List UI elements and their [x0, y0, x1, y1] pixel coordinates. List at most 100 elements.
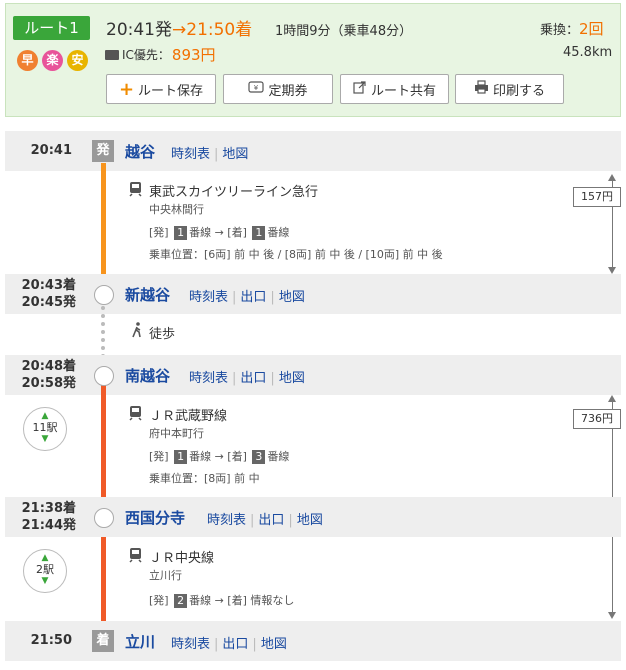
depart-time: 20:41発	[106, 20, 172, 40]
station-name[interactable]: 立川	[125, 631, 155, 652]
expand-down-icon: ▼	[41, 576, 49, 586]
walk-icon	[131, 322, 143, 342]
timetable-link[interactable]: 時刻表	[171, 147, 210, 162]
ic-fare: IC優先： 893円	[105, 44, 216, 65]
transfers-label: 乗換：	[540, 23, 580, 38]
station-name[interactable]: 越谷	[125, 141, 155, 162]
walk-label: 徒歩	[149, 327, 176, 342]
map-link[interactable]: 地図	[222, 147, 248, 162]
stops-count: 2駅	[36, 563, 54, 576]
platform-arrow-text: 番線 → [着] 情報なし	[189, 594, 295, 607]
station-links: 時刻表 | 出口 | 地図	[207, 509, 323, 528]
platform-dep-number: 1	[174, 450, 188, 464]
link-separator: |	[232, 290, 237, 305]
link-separator: |	[270, 290, 275, 305]
train-icon	[129, 547, 142, 567]
platform-dep-prefix: [発]	[149, 226, 169, 239]
platform-arrow-text: 番線 → [着]	[189, 450, 247, 463]
duration: 1時間9分（乗車48分）	[275, 24, 413, 39]
platform-arr-number: 1	[252, 226, 266, 240]
ic-card-icon	[105, 49, 119, 60]
cheapest-badge: 安	[67, 50, 88, 71]
exit-link[interactable]: 出口	[258, 513, 284, 528]
timetable-link[interactable]: 時刻表	[171, 637, 210, 652]
station-dep-time: 20:58発	[21, 376, 76, 391]
commuter-pass-button[interactable]: ¥ 定期券	[223, 74, 333, 104]
pass-icon: ¥	[248, 81, 265, 97]
link-separator: |	[214, 637, 219, 652]
fare-box: 736円	[573, 409, 621, 429]
plus-icon: +	[118, 78, 135, 100]
platform-info: [発] 1 番線 → [着] 3 番線	[149, 448, 289, 464]
platform-arr-suffix: 番線	[267, 226, 290, 239]
expand-up-icon: ▲	[41, 553, 49, 563]
station-name[interactable]: 新越谷	[125, 284, 170, 305]
platform-dep-number: 2	[174, 594, 188, 608]
timetable-link[interactable]: 時刻表	[189, 290, 228, 305]
station-links: 時刻表 | 出口 | 地図	[189, 367, 305, 386]
station-links: 時刻表 | 出口 | 地図	[171, 633, 287, 652]
timetable-link[interactable]: 時刻表	[189, 371, 228, 386]
depart-mark: 発	[92, 140, 114, 162]
station-node	[94, 285, 114, 305]
platform-arr-suffix: 番線	[267, 450, 290, 463]
fare-bracket-bottom-arrow	[608, 612, 616, 619]
station-dep-time: 21:44発	[21, 518, 76, 533]
platform-arrow-text: 番線 → [着]	[189, 226, 247, 239]
route-times: 20:41発→21:50着	[106, 15, 252, 40]
tobu-line-segment	[101, 163, 106, 286]
map-link[interactable]: 地図	[279, 371, 305, 386]
station-arr-time: 21:50	[30, 633, 72, 648]
map-link[interactable]: 地図	[261, 637, 287, 652]
direction: 府中本町行	[149, 427, 204, 440]
exit-link[interactable]: 出口	[240, 290, 266, 305]
commuter-pass-label: 定期券	[268, 83, 308, 99]
train-icon	[129, 181, 142, 201]
print-label: 印刷する	[492, 83, 545, 99]
fare-box: 157円	[573, 187, 621, 207]
station-arr-time: 21:38着	[21, 501, 76, 516]
stops-count: 11駅	[32, 421, 58, 434]
map-link[interactable]: 地図	[297, 513, 323, 528]
line-name[interactable]: 東武スカイツリーライン急行	[149, 181, 318, 200]
print-button[interactable]: 印刷する	[455, 74, 564, 104]
svg-text:¥: ¥	[254, 84, 259, 92]
share-route-button[interactable]: ルート共有	[340, 74, 449, 104]
exit-link[interactable]: 出口	[240, 371, 266, 386]
distance: 45.8km	[563, 45, 613, 60]
link-separator: |	[214, 147, 219, 162]
station-links: 時刻表 | 出口 | 地図	[189, 286, 305, 305]
share-route-label: ルート共有	[370, 83, 436, 99]
platform-dep-number: 1	[174, 226, 188, 240]
exit-link[interactable]: 出口	[222, 637, 248, 652]
platform-info: [発] 2 番線 → [着] 情報なし	[149, 592, 294, 608]
platform-dep-prefix: [発]	[149, 594, 169, 607]
stops-toggle[interactable]: ▲ 2駅 ▼	[23, 549, 67, 593]
link-separator: |	[288, 513, 293, 528]
arrive-time: 21:50着	[186, 20, 253, 40]
expand-down-icon: ▼	[41, 434, 49, 444]
transfers: 乗換：2回	[540, 18, 604, 39]
link-separator: |	[252, 637, 257, 652]
share-icon	[353, 80, 367, 98]
station-node	[94, 366, 114, 386]
fastest-badge: 早	[17, 50, 38, 71]
arrive-mark: 着	[92, 630, 114, 652]
map-link[interactable]: 地図	[279, 290, 305, 305]
station-name[interactable]: 西国分寺	[125, 507, 185, 528]
line-name[interactable]: ＪＲ武蔵野線	[149, 405, 227, 424]
timetable-link[interactable]: 時刻表	[207, 513, 246, 528]
direction: 中央林間行	[149, 203, 204, 216]
station-links: 時刻表 | 地図	[171, 143, 248, 162]
stops-toggle[interactable]: ▲ 11駅 ▼	[23, 407, 67, 451]
easiest-badge: 楽	[42, 50, 63, 71]
station-name[interactable]: 南越谷	[125, 365, 170, 386]
fare-bracket-bottom-arrow	[608, 267, 616, 274]
line-name[interactable]: ＪＲ中央線	[149, 547, 214, 566]
platform-info: [発] 1 番線 → [着] 1 番線	[149, 224, 289, 240]
station-arr-time: 20:43着	[21, 278, 76, 293]
platform-arr-number: 3	[252, 450, 266, 464]
boarding-position: 乗車位置：[8両] 前 中	[149, 472, 260, 485]
save-route-button[interactable]: + ルート保存	[106, 74, 216, 104]
expand-up-icon: ▲	[41, 411, 49, 421]
